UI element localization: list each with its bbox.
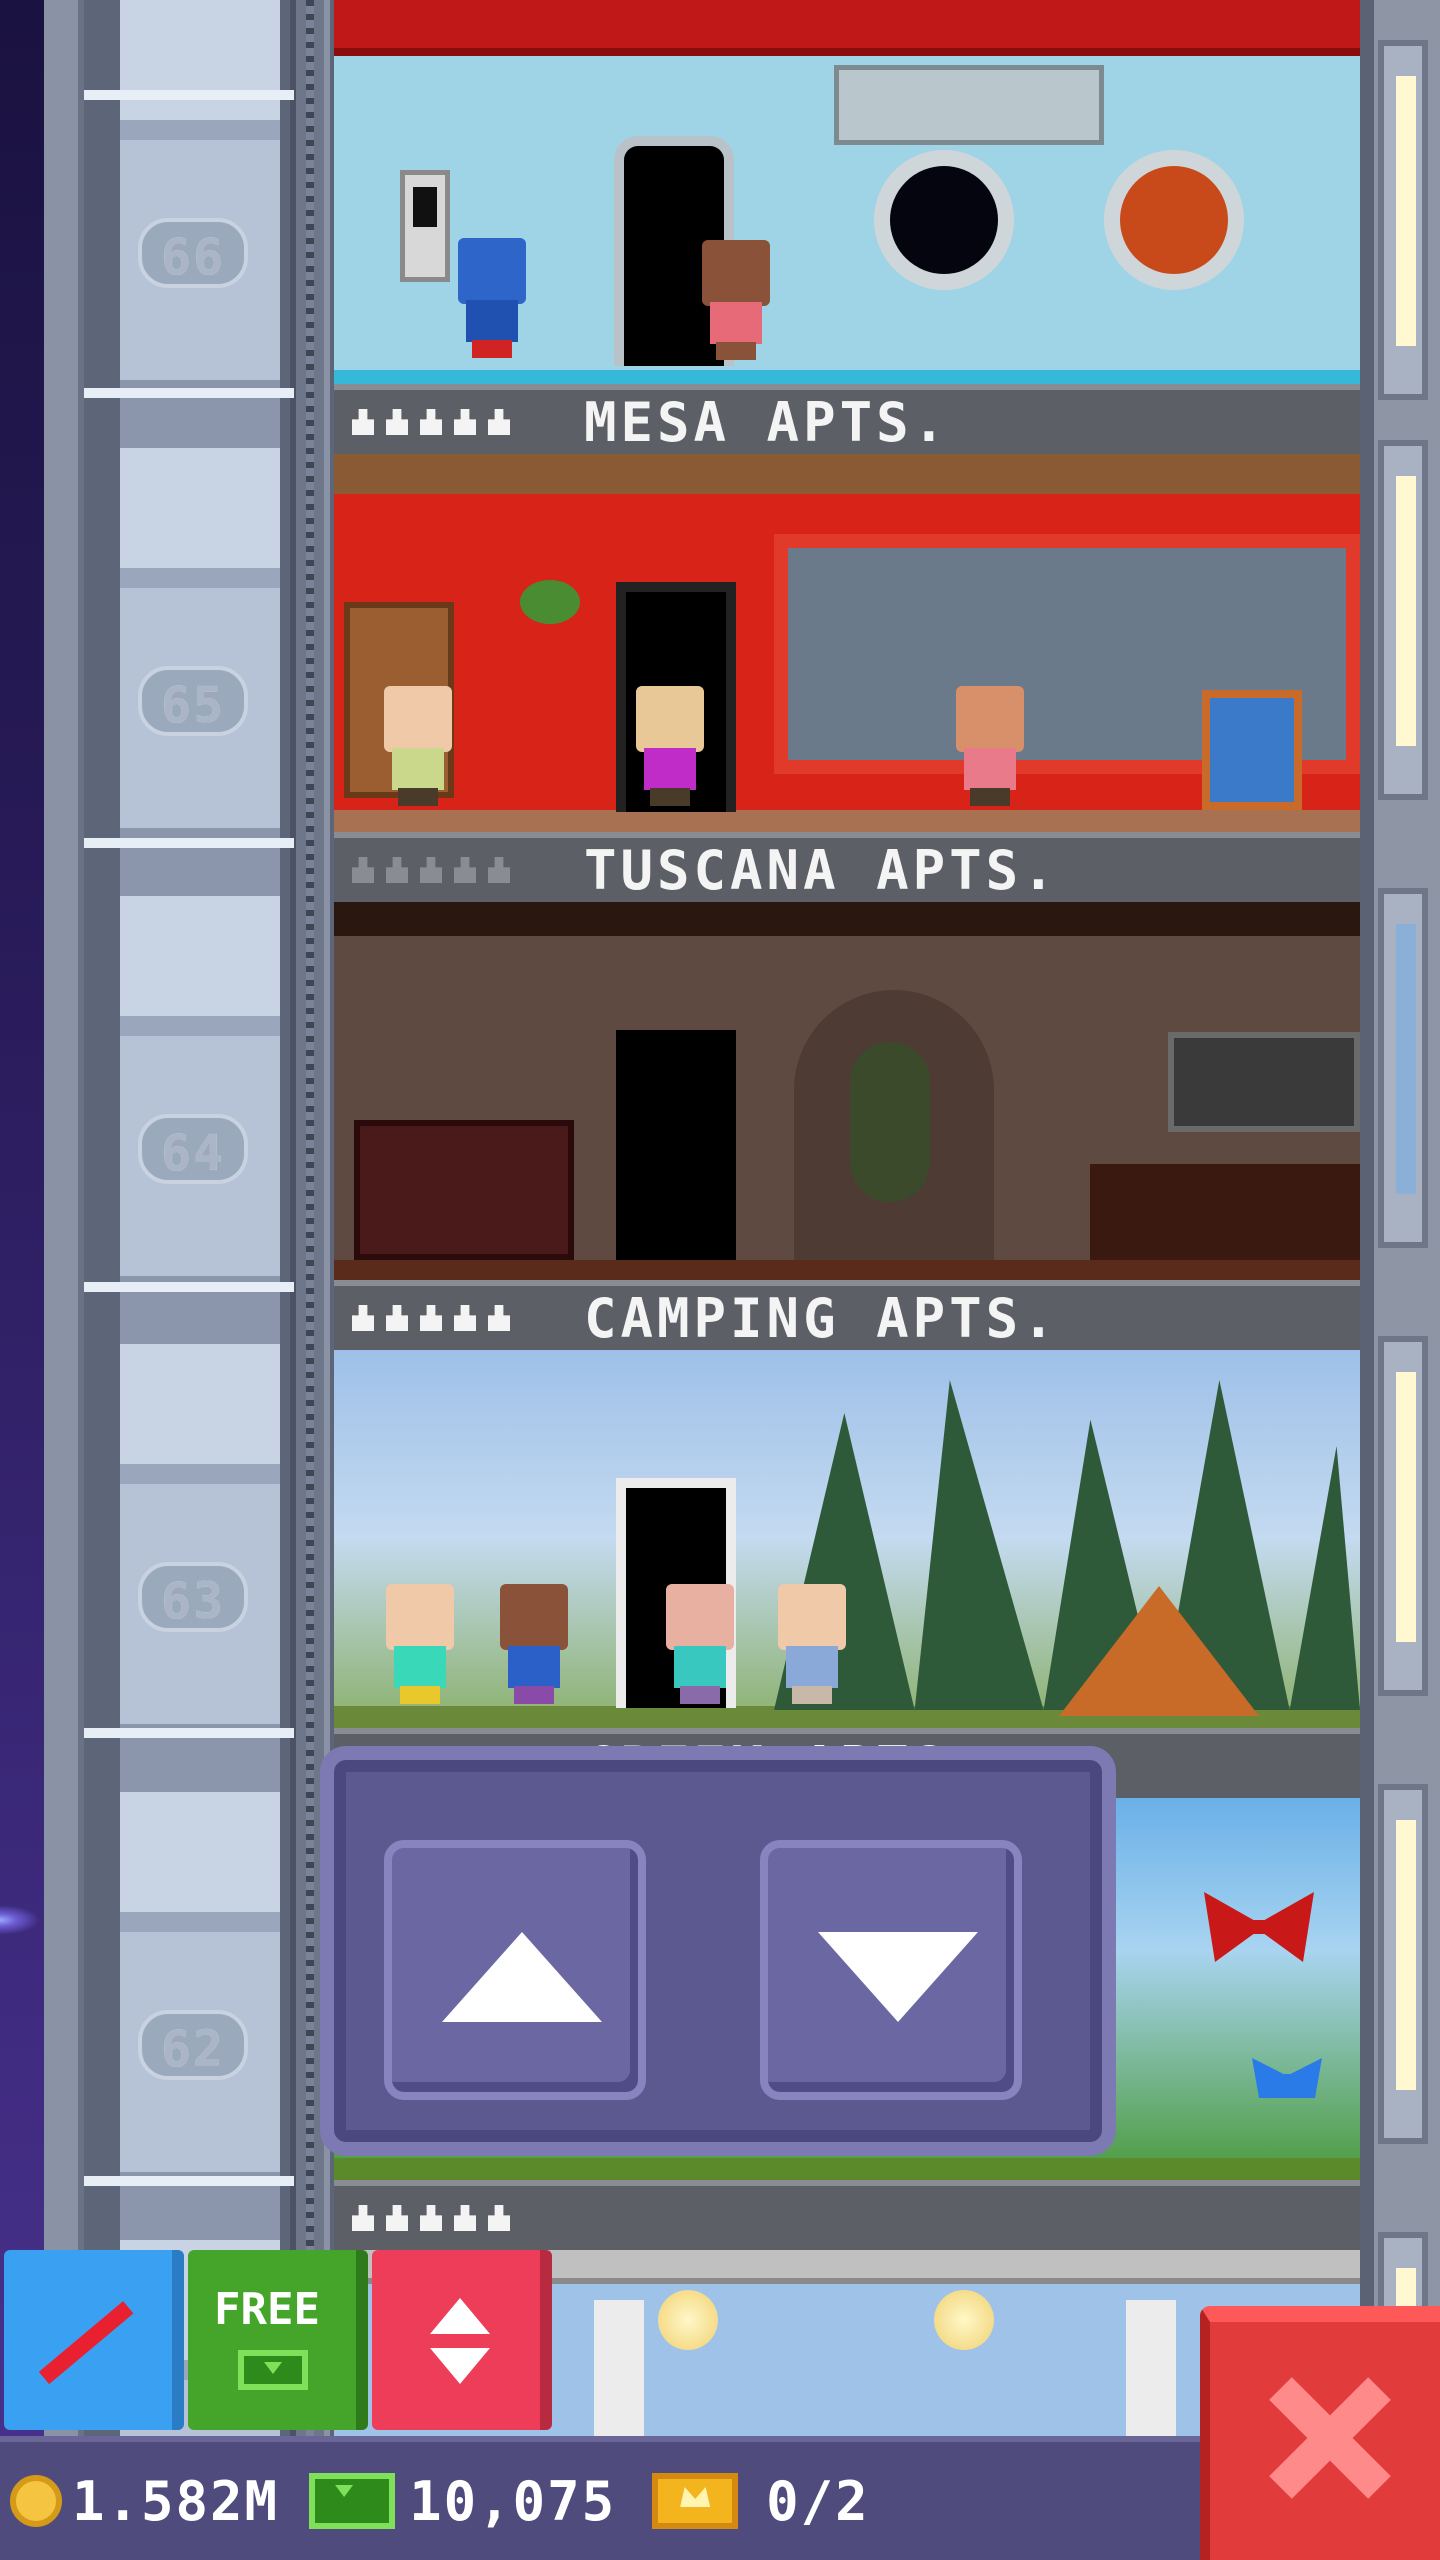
triangle-down-icon <box>818 1932 978 2022</box>
floor-64-door <box>616 1030 736 1260</box>
ticket-icon <box>652 2473 739 2529</box>
floor-64[interactable]: CAMPING APTS. <box>334 902 1360 1350</box>
topiary-plant <box>850 1042 930 1202</box>
resident[interactable] <box>380 1584 460 1704</box>
floor-name: TUSCANA APTS. <box>584 838 1059 902</box>
resident[interactable] <box>378 686 458 806</box>
wall-panel <box>400 170 450 282</box>
room-camping[interactable] <box>334 1350 1360 1728</box>
resident[interactable] <box>772 1584 852 1704</box>
control-panel <box>834 65 1104 145</box>
tower-window <box>1378 888 1428 1248</box>
resident-count-icon <box>352 409 542 435</box>
up-icon <box>430 2298 490 2334</box>
free-label: FREE <box>214 2284 320 2335</box>
grass-floor <box>334 2158 1360 2180</box>
room-space-station[interactable] <box>334 0 1360 384</box>
elevator-down-button[interactable] <box>760 1840 1022 2100</box>
butterfly <box>1204 1892 1314 1962</box>
resident-count-icon <box>352 2205 542 2231</box>
shaft-divider <box>84 2176 294 2186</box>
triangle-up-icon <box>442 1932 602 2022</box>
bux-value: 10,075 <box>409 2469 617 2533</box>
floor-number-66: 66 <box>138 218 248 288</box>
floor-wood <box>334 810 1360 832</box>
free-bux-button[interactable]: FREE <box>188 2250 368 2430</box>
floor-label-bar: CAMPING APTS. <box>334 1280 1360 1350</box>
pine-trees <box>774 1380 1360 1710</box>
floor-name: CAMPING APTS. <box>584 1286 1059 1350</box>
space-background <box>0 0 44 2560</box>
coins-value: 1.582M <box>72 2469 280 2533</box>
shaft-divider <box>84 1728 294 1738</box>
room-adobe[interactable] <box>334 902 1360 1280</box>
floor-66[interactable]: MESA APTS. <box>334 0 1360 454</box>
column <box>1126 2300 1176 2436</box>
floor-tile <box>334 1260 1360 1280</box>
resident-count-icon <box>352 1305 542 1331</box>
resident-count-icon <box>352 857 542 883</box>
tower-window <box>1378 1784 1428 2144</box>
close-button[interactable] <box>1200 2306 1440 2560</box>
porthole-mars <box>1104 150 1244 290</box>
shaft-divider <box>84 388 294 398</box>
resident[interactable] <box>660 1584 740 1704</box>
resident-captain[interactable] <box>452 238 532 358</box>
arrow-icon <box>38 2301 134 2385</box>
tower-window <box>1378 1336 1428 1696</box>
elevator-toggle-button[interactable] <box>372 2250 552 2430</box>
tower-window <box>1378 440 1428 800</box>
ceiling <box>334 902 1360 936</box>
lamp <box>658 2290 718 2350</box>
floor-63[interactable]: GREEK APTS. <box>334 1350 1360 1798</box>
tickets-value: 0/2 <box>766 2469 870 2533</box>
resident[interactable] <box>950 686 1030 806</box>
floor-name: MESA APTS. <box>584 390 950 454</box>
floor-number-65: 65 <box>138 666 248 736</box>
shaft-divider <box>84 90 294 100</box>
butterfly <box>1252 2058 1322 2098</box>
floor-number-64: 64 <box>138 1114 248 1184</box>
close-icon <box>1260 2368 1400 2508</box>
sideboard <box>1090 1164 1360 1260</box>
shaft-divider <box>84 838 294 848</box>
raffle-button[interactable] <box>4 2250 184 2430</box>
dresser <box>354 1120 574 1260</box>
hanging-plant <box>520 580 580 624</box>
hud-button-row: FREE <box>0 2250 580 2440</box>
resident[interactable] <box>494 1584 574 1704</box>
elevator-control-panel <box>320 1746 1116 2156</box>
shaft-rail <box>290 0 330 2560</box>
tower-window <box>1378 40 1428 400</box>
coin-icon <box>10 2475 62 2527</box>
armchair <box>1202 690 1302 810</box>
ceiling-beam <box>334 454 1360 494</box>
bux-stat: 10,075 <box>309 2470 616 2533</box>
shaft-outer-wall <box>44 0 84 2560</box>
floor-number-62: 62 <box>138 2010 248 2080</box>
floor-65[interactable]: TUSCANA APTS. <box>334 454 1360 902</box>
lamp <box>934 2290 994 2350</box>
ceiling-pipe <box>334 0 1360 56</box>
porthole-window <box>874 150 1014 290</box>
down-icon <box>430 2348 490 2384</box>
elevator-up-button[interactable] <box>384 1840 646 2100</box>
shaft-divider <box>84 1282 294 1292</box>
floor-strip <box>334 370 1360 384</box>
floor-label-bar: MESA APTS. <box>334 384 1360 454</box>
cabinet <box>1168 1032 1360 1132</box>
tickets-stat: 0/2 <box>652 2470 870 2533</box>
cash-icon <box>238 2350 308 2390</box>
bux-icon <box>309 2473 396 2529</box>
floor-number-63: 63 <box>138 1562 248 1632</box>
star-glow <box>0 1905 40 1935</box>
column <box>594 2300 644 2436</box>
coins-stat: 1.582M <box>10 2470 279 2533</box>
floor-label-bar: TUSCANA APTS. <box>334 832 1360 902</box>
floor-label-bar <box>334 2180 1360 2250</box>
room-tuscana[interactable] <box>334 454 1360 832</box>
resident[interactable] <box>696 240 776 360</box>
resident[interactable] <box>630 686 710 806</box>
